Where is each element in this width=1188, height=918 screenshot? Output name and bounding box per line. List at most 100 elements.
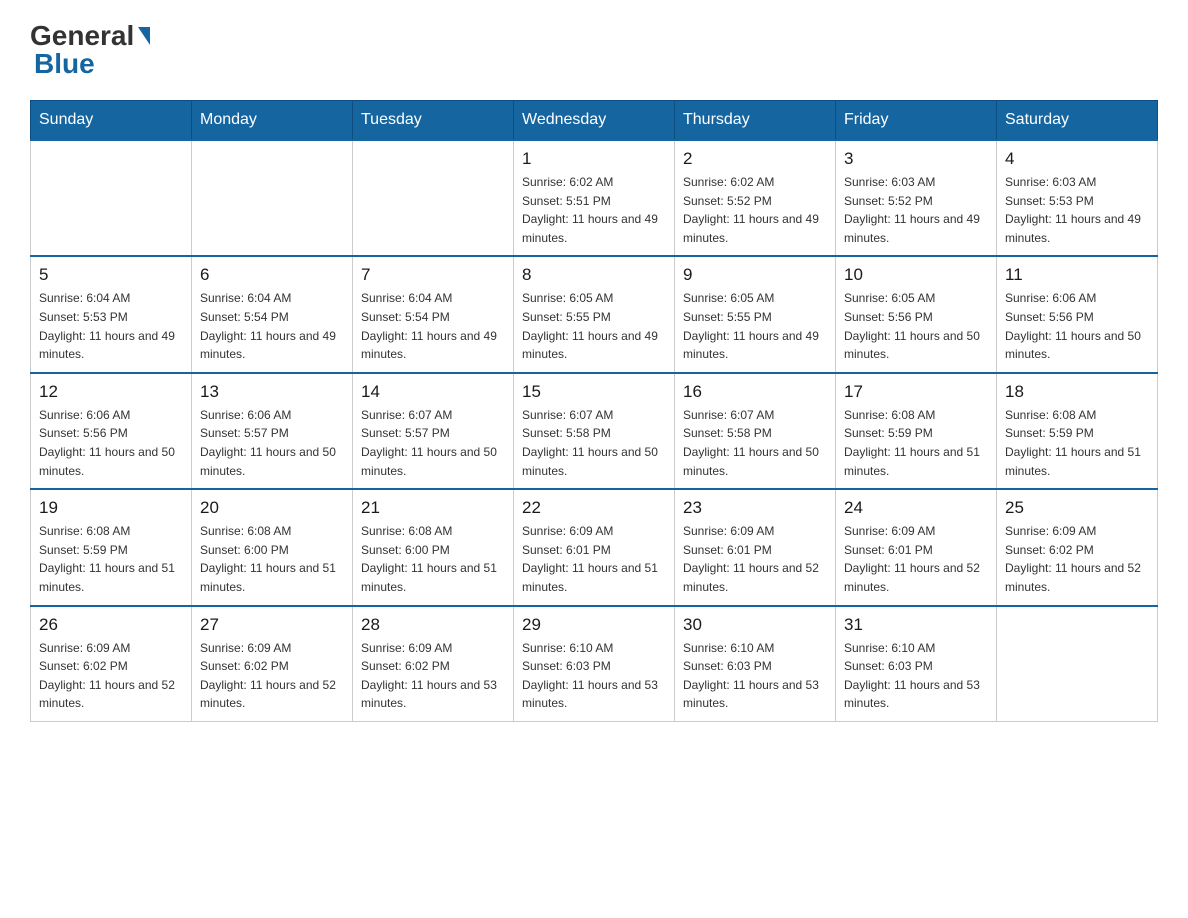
weekday-header-tuesday: Tuesday	[353, 101, 514, 141]
day-number: 30	[683, 615, 827, 635]
day-number: 22	[522, 498, 666, 518]
day-cell-29: 29Sunrise: 6:10 AMSunset: 6:03 PMDayligh…	[514, 606, 675, 722]
day-number: 19	[39, 498, 183, 518]
day-info: Sunrise: 6:04 AMSunset: 5:53 PMDaylight:…	[39, 289, 183, 363]
day-cell-1: 1 Sunrise: 6:02 AMSunset: 5:51 PMDaylight…	[514, 140, 675, 256]
logo-blue-text: Blue	[30, 48, 95, 80]
day-info: Sunrise: 6:08 AMSunset: 5:59 PMDaylight:…	[39, 522, 183, 596]
day-cell-4: 4Sunrise: 6:03 AMSunset: 5:53 PMDaylight…	[997, 140, 1158, 256]
day-cell-26: 26Sunrise: 6:09 AMSunset: 6:02 PMDayligh…	[31, 606, 192, 722]
day-info: Sunrise: 6:02 AMSunset: 5:51 PMDaylight:…	[522, 173, 666, 247]
day-number: 18	[1005, 382, 1149, 402]
day-number: 9	[683, 265, 827, 285]
day-number: 15	[522, 382, 666, 402]
day-info: Sunrise: 6:05 AMSunset: 5:55 PMDaylight:…	[683, 289, 827, 363]
day-number: 23	[683, 498, 827, 518]
empty-cell	[192, 140, 353, 256]
day-info: Sunrise: 6:09 AMSunset: 6:01 PMDaylight:…	[522, 522, 666, 596]
day-cell-6: 6Sunrise: 6:04 AMSunset: 5:54 PMDaylight…	[192, 256, 353, 372]
week-row-4: 19 Sunrise: 6:08 AMSunset: 5:59 PMDayligh…	[31, 489, 1158, 605]
empty-cell	[353, 140, 514, 256]
day-info: Sunrise: 6:06 AMSunset: 5:57 PMDaylight:…	[200, 406, 344, 480]
day-cell-13: 13 Sunrise: 6:06 AMSunset: 5:57 PMDayligh…	[192, 373, 353, 489]
day-cell-28: 28 Sunrise: 6:09 AMSunset: 6:02 PMDayligh…	[353, 606, 514, 722]
day-cell-11: 11 Sunrise: 6:06 AMSunset: 5:56 PMDayligh…	[997, 256, 1158, 372]
weekday-header-monday: Monday	[192, 101, 353, 141]
weekday-header-sunday: Sunday	[31, 101, 192, 141]
day-number: 3	[844, 149, 988, 169]
day-number: 7	[361, 265, 505, 285]
weekday-header-wednesday: Wednesday	[514, 101, 675, 141]
day-info: Sunrise: 6:02 AMSunset: 5:52 PMDaylight:…	[683, 173, 827, 247]
day-number: 29	[522, 615, 666, 635]
day-number: 24	[844, 498, 988, 518]
day-info: Sunrise: 6:03 AMSunset: 5:53 PMDaylight:…	[1005, 173, 1149, 247]
day-number: 17	[844, 382, 988, 402]
day-info: Sunrise: 6:09 AMSunset: 6:02 PMDaylight:…	[39, 639, 183, 713]
day-cell-20: 20Sunrise: 6:08 AMSunset: 6:00 PMDayligh…	[192, 489, 353, 605]
empty-cell	[997, 606, 1158, 722]
day-info: Sunrise: 6:09 AMSunset: 6:02 PMDaylight:…	[361, 639, 505, 713]
day-number: 25	[1005, 498, 1149, 518]
day-info: Sunrise: 6:05 AMSunset: 5:55 PMDaylight:…	[522, 289, 666, 363]
day-cell-5: 5Sunrise: 6:04 AMSunset: 5:53 PMDaylight…	[31, 256, 192, 372]
day-info: Sunrise: 6:09 AMSunset: 6:02 PMDaylight:…	[200, 639, 344, 713]
weekday-header-saturday: Saturday	[997, 101, 1158, 141]
day-cell-7: 7 Sunrise: 6:04 AMSunset: 5:54 PMDaylight…	[353, 256, 514, 372]
day-info: Sunrise: 6:08 AMSunset: 5:59 PMDaylight:…	[1005, 406, 1149, 480]
day-number: 12	[39, 382, 183, 402]
logo: General Blue	[30, 20, 150, 80]
day-number: 31	[844, 615, 988, 635]
day-info: Sunrise: 6:04 AMSunset: 5:54 PMDaylight:…	[361, 289, 505, 363]
day-cell-22: 22 Sunrise: 6:09 AMSunset: 6:01 PMDayligh…	[514, 489, 675, 605]
day-number: 10	[844, 265, 988, 285]
day-info: Sunrise: 6:10 AMSunset: 6:03 PMDaylight:…	[844, 639, 988, 713]
day-cell-17: 17 Sunrise: 6:08 AMSunset: 5:59 PMDayligh…	[836, 373, 997, 489]
week-row-5: 26Sunrise: 6:09 AMSunset: 6:02 PMDayligh…	[31, 606, 1158, 722]
day-cell-23: 23 Sunrise: 6:09 AMSunset: 6:01 PMDayligh…	[675, 489, 836, 605]
day-cell-14: 14 Sunrise: 6:07 AMSunset: 5:57 PMDayligh…	[353, 373, 514, 489]
day-info: Sunrise: 6:07 AMSunset: 5:58 PMDaylight:…	[522, 406, 666, 480]
weekday-header-thursday: Thursday	[675, 101, 836, 141]
day-cell-21: 21Sunrise: 6:08 AMSunset: 6:00 PMDayligh…	[353, 489, 514, 605]
day-info: Sunrise: 6:03 AMSunset: 5:52 PMDaylight:…	[844, 173, 988, 247]
day-cell-9: 9 Sunrise: 6:05 AMSunset: 5:55 PMDaylight…	[675, 256, 836, 372]
day-number: 27	[200, 615, 344, 635]
day-info: Sunrise: 6:09 AMSunset: 6:02 PMDaylight:…	[1005, 522, 1149, 596]
day-number: 8	[522, 265, 666, 285]
day-number: 16	[683, 382, 827, 402]
day-cell-3: 3 Sunrise: 6:03 AMSunset: 5:52 PMDaylight…	[836, 140, 997, 256]
logo-triangle-icon	[138, 27, 150, 45]
day-cell-15: 15 Sunrise: 6:07 AMSunset: 5:58 PMDayligh…	[514, 373, 675, 489]
day-info: Sunrise: 6:08 AMSunset: 6:00 PMDaylight:…	[361, 522, 505, 596]
day-info: Sunrise: 6:06 AMSunset: 5:56 PMDaylight:…	[1005, 289, 1149, 363]
day-cell-18: 18 Sunrise: 6:08 AMSunset: 5:59 PMDayligh…	[997, 373, 1158, 489]
day-info: Sunrise: 6:09 AMSunset: 6:01 PMDaylight:…	[683, 522, 827, 596]
day-info: Sunrise: 6:07 AMSunset: 5:58 PMDaylight:…	[683, 406, 827, 480]
day-number: 13	[200, 382, 344, 402]
day-info: Sunrise: 6:09 AMSunset: 6:01 PMDaylight:…	[844, 522, 988, 596]
day-number: 11	[1005, 265, 1149, 285]
weekday-header-friday: Friday	[836, 101, 997, 141]
day-cell-31: 31 Sunrise: 6:10 AMSunset: 6:03 PMDayligh…	[836, 606, 997, 722]
day-cell-27: 27 Sunrise: 6:09 AMSunset: 6:02 PMDayligh…	[192, 606, 353, 722]
day-cell-8: 8 Sunrise: 6:05 AMSunset: 5:55 PMDaylight…	[514, 256, 675, 372]
day-cell-10: 10 Sunrise: 6:05 AMSunset: 5:56 PMDayligh…	[836, 256, 997, 372]
week-row-3: 12 Sunrise: 6:06 AMSunset: 5:56 PMDayligh…	[31, 373, 1158, 489]
calendar-table: SundayMondayTuesdayWednesdayThursdayFrid…	[30, 100, 1158, 722]
day-number: 14	[361, 382, 505, 402]
page-header: General Blue	[30, 20, 1158, 80]
week-row-2: 5Sunrise: 6:04 AMSunset: 5:53 PMDaylight…	[31, 256, 1158, 372]
day-number: 20	[200, 498, 344, 518]
day-cell-25: 25 Sunrise: 6:09 AMSunset: 6:02 PMDayligh…	[997, 489, 1158, 605]
day-info: Sunrise: 6:05 AMSunset: 5:56 PMDaylight:…	[844, 289, 988, 363]
day-info: Sunrise: 6:08 AMSunset: 5:59 PMDaylight:…	[844, 406, 988, 480]
day-number: 1	[522, 149, 666, 169]
day-info: Sunrise: 6:07 AMSunset: 5:57 PMDaylight:…	[361, 406, 505, 480]
day-info: Sunrise: 6:06 AMSunset: 5:56 PMDaylight:…	[39, 406, 183, 480]
day-cell-19: 19 Sunrise: 6:08 AMSunset: 5:59 PMDayligh…	[31, 489, 192, 605]
week-row-1: 1 Sunrise: 6:02 AMSunset: 5:51 PMDaylight…	[31, 140, 1158, 256]
day-number: 28	[361, 615, 505, 635]
empty-cell	[31, 140, 192, 256]
day-cell-30: 30Sunrise: 6:10 AMSunset: 6:03 PMDayligh…	[675, 606, 836, 722]
